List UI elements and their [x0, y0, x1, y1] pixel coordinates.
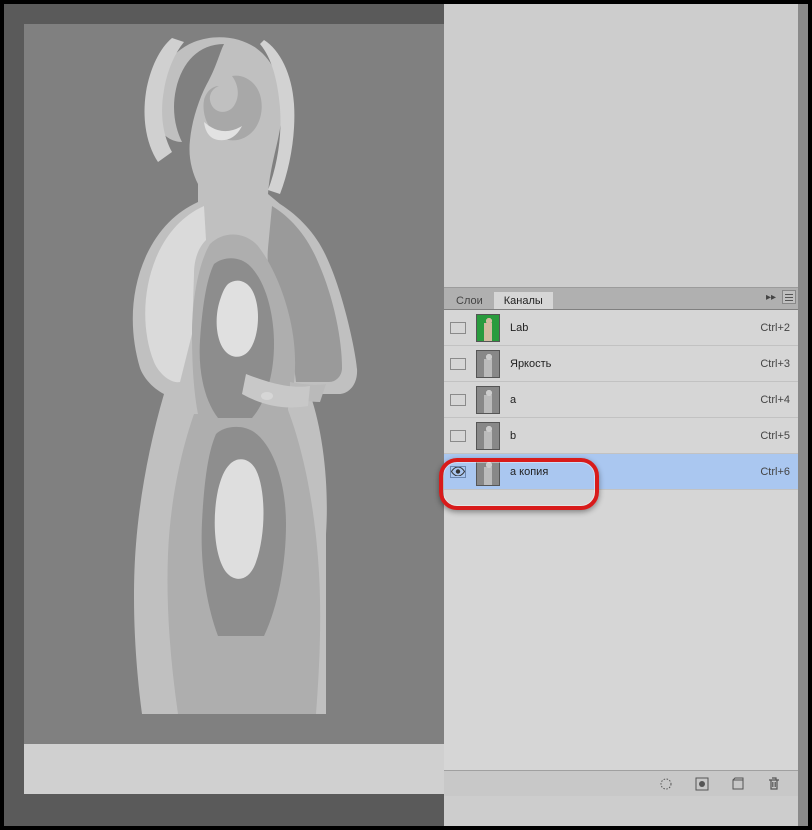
- channel-row-a-copy[interactable]: a копия Ctrl+6: [444, 454, 798, 490]
- channel-row-lightness[interactable]: Яркость Ctrl+3: [444, 346, 798, 382]
- load-selection-icon[interactable]: [658, 776, 674, 792]
- channels-panel: Слои Каналы ▸▸ Lab Ctrl+2 Яркость: [444, 287, 798, 796]
- channel-thumbnail[interactable]: [476, 314, 500, 342]
- channel-thumbnail[interactable]: [476, 422, 500, 450]
- channel-shortcut: Ctrl+4: [760, 394, 790, 406]
- panel-menu-button[interactable]: [782, 290, 796, 304]
- channel-row-b[interactable]: b Ctrl+5: [444, 418, 798, 454]
- channel-shortcut: Ctrl+6: [760, 466, 790, 478]
- channel-row-a[interactable]: a Ctrl+4: [444, 382, 798, 418]
- visibility-toggle[interactable]: [450, 430, 466, 442]
- channel-label[interactable]: Lab: [510, 322, 760, 334]
- panel-tabs: Слои Каналы ▸▸: [444, 288, 798, 310]
- canvas-area[interactable]: [4, 4, 444, 826]
- channel-thumbnail[interactable]: [476, 386, 500, 414]
- channel-shortcut: Ctrl+2: [760, 322, 790, 334]
- save-selection-icon[interactable]: [694, 776, 710, 792]
- eye-icon: [451, 467, 465, 476]
- tab-channels[interactable]: Каналы: [494, 292, 553, 309]
- channel-row-lab[interactable]: Lab Ctrl+2: [444, 310, 798, 346]
- panel-footer: [444, 770, 798, 796]
- channel-shortcut: Ctrl+5: [760, 430, 790, 442]
- document-content-figure: [64, 34, 384, 714]
- channel-label[interactable]: b: [510, 430, 760, 442]
- right-dock-strip[interactable]: [798, 4, 808, 826]
- channel-shortcut: Ctrl+3: [760, 358, 790, 370]
- visibility-toggle[interactable]: [450, 394, 466, 406]
- new-channel-icon[interactable]: [730, 776, 746, 792]
- channel-list: Lab Ctrl+2 Яркость Ctrl+3 a Ctrl+4: [444, 310, 798, 770]
- channel-label[interactable]: a: [510, 394, 760, 406]
- visibility-toggle[interactable]: [450, 322, 466, 334]
- artboard-pasteboard: [24, 744, 444, 794]
- right-dock-area: Слои Каналы ▸▸ Lab Ctrl+2 Яркость: [444, 4, 808, 826]
- visibility-toggle[interactable]: [450, 466, 466, 478]
- visibility-toggle[interactable]: [450, 358, 466, 370]
- collapse-panel-icon[interactable]: ▸▸: [766, 292, 776, 303]
- document-artboard[interactable]: [24, 24, 444, 744]
- delete-channel-icon[interactable]: [766, 776, 782, 792]
- channel-thumbnail[interactable]: [476, 350, 500, 378]
- channel-thumbnail[interactable]: [476, 458, 500, 486]
- channel-label[interactable]: Яркость: [510, 358, 760, 370]
- app-frame: Слои Каналы ▸▸ Lab Ctrl+2 Яркость: [4, 4, 808, 826]
- tab-layers[interactable]: Слои: [446, 292, 493, 309]
- channel-label[interactable]: a копия: [510, 466, 760, 478]
